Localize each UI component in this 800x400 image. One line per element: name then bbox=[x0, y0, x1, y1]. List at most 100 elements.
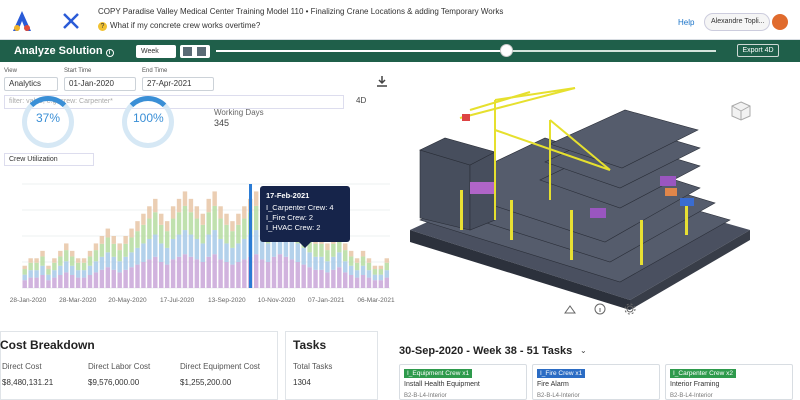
chart-bar-segment[interactable] bbox=[200, 243, 205, 262]
chart-bar-segment[interactable] bbox=[289, 259, 295, 288]
chart-bar-segment[interactable] bbox=[164, 231, 170, 248]
chart-bar-segment[interactable] bbox=[360, 250, 366, 257]
chart-bar-segment[interactable] bbox=[40, 256, 45, 266]
chart-bar-segment[interactable] bbox=[259, 238, 265, 260]
chart-bar-segment[interactable] bbox=[378, 274, 384, 281]
chart-bar-segment[interactable] bbox=[271, 256, 277, 288]
chart-bar-segment[interactable] bbox=[176, 234, 182, 257]
chart-bar-segment[interactable] bbox=[147, 238, 152, 260]
chart-bar-segment[interactable] bbox=[372, 269, 378, 275]
chart-bar-segment[interactable] bbox=[81, 262, 87, 271]
chart-bar-segment[interactable] bbox=[194, 218, 200, 239]
chart-bar-segment[interactable] bbox=[129, 252, 134, 268]
chart-bar-segment[interactable] bbox=[153, 212, 158, 235]
period-select[interactable]: Week bbox=[136, 45, 176, 58]
chart-bar-segment[interactable] bbox=[46, 280, 51, 288]
chart-bar-segment[interactable] bbox=[343, 261, 348, 273]
chart-bar-segment[interactable] bbox=[46, 265, 51, 270]
chart-bar-segment[interactable] bbox=[259, 259, 265, 288]
chart-bar-segment[interactable] bbox=[176, 212, 182, 235]
chart-bar-segment[interactable] bbox=[117, 250, 122, 262]
chart-bar-segment[interactable] bbox=[75, 262, 81, 271]
chart-bar-segment[interactable] bbox=[283, 256, 289, 288]
chart-bar-segment[interactable] bbox=[87, 256, 93, 266]
chart-bar-segment[interactable] bbox=[123, 236, 128, 244]
chart-bar-segment[interactable] bbox=[111, 236, 116, 244]
chart-bar-segment[interactable] bbox=[372, 280, 378, 288]
chart-bar-segment[interactable] bbox=[331, 256, 336, 270]
chart-bar-segment[interactable] bbox=[331, 243, 336, 257]
chart-bar-segment[interactable] bbox=[22, 280, 27, 288]
view-select[interactable]: Analytics bbox=[4, 77, 58, 91]
chart-bar-segment[interactable] bbox=[40, 250, 45, 257]
chart-bar-segment[interactable] bbox=[218, 218, 223, 239]
chart-bar-segment[interactable] bbox=[236, 213, 241, 225]
chevron-down-icon[interactable]: ⌄ bbox=[580, 346, 587, 355]
chart-bar-segment[interactable] bbox=[354, 270, 360, 278]
chart-bar-segment[interactable] bbox=[242, 238, 247, 260]
chart-bar-segment[interactable] bbox=[52, 262, 57, 271]
chart-bar-segment[interactable] bbox=[253, 205, 259, 231]
chart-bar-segment[interactable] bbox=[325, 243, 330, 251]
chart-bar-segment[interactable] bbox=[194, 259, 200, 288]
chart-bar-segment[interactable] bbox=[117, 243, 122, 251]
chart-bar-segment[interactable] bbox=[129, 237, 134, 253]
chart-bar-segment[interactable] bbox=[58, 256, 63, 266]
chart-bar-segment[interactable] bbox=[93, 272, 99, 288]
chart-bar-segment[interactable] bbox=[206, 256, 211, 288]
chart-bar-segment[interactable] bbox=[307, 252, 312, 268]
user-menu[interactable]: Alexandre Topli... bbox=[704, 13, 770, 31]
chart-bar-segment[interactable] bbox=[224, 262, 229, 288]
chart-bar-segment[interactable] bbox=[69, 256, 75, 266]
task-card[interactable]: I_Equipment Crew x1 Install Health Equip… bbox=[399, 364, 527, 400]
chart-bar-segment[interactable] bbox=[277, 254, 283, 288]
chart-bar-segment[interactable] bbox=[159, 213, 164, 225]
download-icon[interactable] bbox=[376, 75, 388, 87]
chart-bar-segment[interactable] bbox=[366, 262, 372, 271]
chart-bar-segment[interactable] bbox=[164, 264, 170, 288]
chart-bar-segment[interactable] bbox=[289, 238, 295, 260]
chart-bar-segment[interactable] bbox=[40, 275, 45, 288]
chart-bar-segment[interactable] bbox=[236, 224, 241, 244]
end-date-field[interactable]: 27-Apr-2021 bbox=[142, 77, 214, 91]
chart-bar-segment[interactable] bbox=[52, 258, 57, 263]
chart-bar-segment[interactable] bbox=[206, 212, 211, 235]
chart-bar-segment[interactable] bbox=[343, 243, 348, 251]
chart-bar-segment[interactable] bbox=[159, 262, 164, 288]
chart-bar-segment[interactable] bbox=[360, 265, 366, 275]
start-date-field[interactable]: 01-Jan-2020 bbox=[64, 77, 136, 91]
chart-bar-segment[interactable] bbox=[348, 265, 354, 275]
chart-bar-segment[interactable] bbox=[242, 206, 247, 219]
chart-bar-segment[interactable] bbox=[117, 272, 122, 288]
chart-bar-segment[interactable] bbox=[52, 277, 57, 288]
chart-bar-segment[interactable] bbox=[265, 262, 271, 288]
chart-bar-segment[interactable] bbox=[366, 270, 372, 278]
chart-bar-segment[interactable] bbox=[224, 224, 229, 244]
chart-metric-select[interactable]: Crew Utilization bbox=[4, 153, 94, 166]
chart-bar-segment[interactable] bbox=[58, 250, 63, 257]
chart-bar-segment[interactable] bbox=[325, 261, 330, 273]
chart-bar-segment[interactable] bbox=[378, 269, 384, 275]
chart-bar-segment[interactable] bbox=[99, 269, 105, 288]
play-icon[interactable] bbox=[183, 47, 192, 56]
chart-bar-segment[interactable] bbox=[129, 267, 134, 288]
task-card[interactable]: I_Carpenter Crew x2 Interior Framing B2-… bbox=[665, 364, 793, 400]
chart-bar-segment[interactable] bbox=[337, 267, 342, 288]
chart-bar-segment[interactable] bbox=[159, 243, 164, 262]
chart-bar-segment[interactable] bbox=[170, 206, 176, 219]
chart-bar-segment[interactable] bbox=[28, 277, 33, 288]
chart-bar-segment[interactable] bbox=[58, 265, 63, 275]
chart-bar-segment[interactable] bbox=[378, 265, 384, 270]
chart-bar-segment[interactable] bbox=[99, 243, 105, 257]
chart-bar-segment[interactable] bbox=[87, 275, 93, 288]
view-cube-icon[interactable] bbox=[730, 100, 752, 122]
chart-bar-segment[interactable] bbox=[384, 277, 389, 288]
settings-gear-icon[interactable] bbox=[624, 303, 636, 315]
timeline-slider-handle[interactable] bbox=[500, 44, 513, 57]
chart-bar-segment[interactable] bbox=[141, 213, 146, 225]
chart-bar-segment[interactable] bbox=[105, 267, 111, 288]
4d-toggle[interactable]: 4D bbox=[356, 96, 366, 105]
chart-bar-segment[interactable] bbox=[22, 274, 27, 281]
chart-bar-segment[interactable] bbox=[34, 258, 39, 263]
chart-bar-segment[interactable] bbox=[343, 250, 348, 262]
